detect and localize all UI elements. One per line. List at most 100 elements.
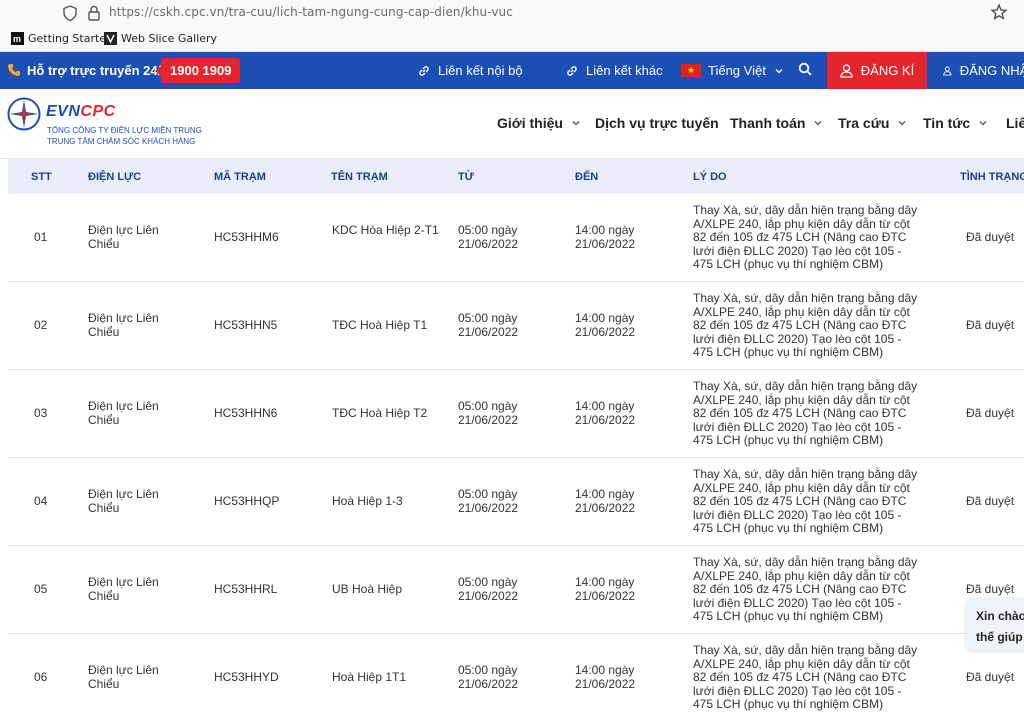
cell-ten-tram: KDC Hòa Hiệp 2-T1	[332, 223, 439, 237]
language-selector[interactable]: Tiếng Việt	[681, 63, 784, 78]
chevron-down-icon	[814, 121, 822, 126]
cell-stt: 02	[34, 318, 48, 332]
phone-icon	[8, 64, 20, 76]
register-button[interactable]: ĐĂNG KÍ	[827, 52, 927, 89]
cell-tinh-trang: Đã duyệt	[966, 582, 1015, 596]
cell-stt: 06	[34, 670, 48, 684]
vietnam-flag-icon	[681, 64, 701, 77]
logo-evn: EVN	[46, 103, 81, 120]
cell-stt: 03	[34, 406, 48, 420]
col-header-tu: TỪ	[458, 171, 474, 183]
chevron-down-icon	[898, 121, 906, 126]
bookmark-getting-started[interactable]: m Getting Started	[11, 32, 113, 45]
link-icon	[419, 65, 429, 76]
lock-icon[interactable]	[86, 4, 102, 22]
cell-ly-do: Thay Xà, sứ, dây dẫn hiện trạng bằng dây…	[693, 379, 918, 447]
nav-label: Dịch vụ trực tuyến	[595, 115, 719, 131]
table-row: 04 Điện lực Liên Chiểu HC53HHQP Hoà Hiệp…	[8, 458, 1024, 546]
cell-tinh-trang: Đã duyệt	[966, 670, 1015, 684]
bookmark-label: Web Slice Gallery	[121, 32, 218, 45]
shield-icon[interactable]	[62, 4, 78, 22]
cell-tu: 05:00 ngày 21/06/2022	[458, 399, 519, 427]
nav-label: Tra cứu	[838, 115, 890, 131]
chevron-down-icon	[775, 68, 783, 73]
mdn-icon: m	[11, 32, 24, 45]
evn-logo-icon[interactable]	[7, 97, 41, 131]
cell-ma-tram: HC53HHQP	[214, 494, 280, 508]
col-header-tinh-trang: TÌNH TRẠNG	[960, 171, 1024, 183]
cell-ten-tram: TĐC Hoà Hiệp T2	[332, 406, 428, 420]
cell-tu: 05:00 ngày 21/06/2022	[458, 487, 519, 515]
chat-popup[interactable]: Xin chào thế giúp c	[966, 598, 1024, 650]
cell-dien-luc: Điện lực Liên Chiểu	[88, 575, 159, 603]
cell-ma-tram: HC53HHN5	[214, 318, 278, 332]
cell-den: 14:00 ngày 21/06/2022	[575, 663, 636, 691]
hotline-number[interactable]: 1900 1909	[154, 58, 241, 83]
bookmark-label: Getting Started	[28, 32, 114, 45]
cell-tu: 05:00 ngày 21/06/2022	[458, 663, 519, 691]
cell-ma-tram: HC53HHM6	[214, 230, 279, 244]
cell-dien-luc: Điện lực Liên Chiểu	[88, 399, 159, 427]
cell-tu: 05:00 ngày 21/06/2022	[458, 311, 519, 339]
chevron-down-icon	[979, 121, 987, 126]
cell-stt: 05	[34, 582, 48, 596]
nav-tin-tuc[interactable]: Tin tức	[923, 115, 988, 131]
table-row: 05 Điện lực Liên Chiểu HC53HHRL UB Hoà H…	[8, 546, 1024, 634]
cell-tinh-trang: Đã duyệt	[966, 318, 1015, 332]
cell-den: 14:00 ngày 21/06/2022	[575, 311, 636, 339]
nav-label: Thanh toán	[730, 115, 806, 131]
nav-dich-vu-truc-tuyen[interactable]: Dịch vụ trực tuyến	[595, 115, 719, 131]
cell-den: 14:00 ngày 21/06/2022	[575, 487, 636, 515]
cell-den: 14:00 ngày 21/06/2022	[575, 223, 636, 251]
cell-tinh-trang: Đã duyệt	[966, 406, 1015, 420]
cell-tu: 05:00 ngày 21/06/2022	[458, 223, 519, 251]
register-label: ĐĂNG KÍ	[860, 63, 915, 78]
cell-ly-do: Thay Xà, sứ, dây dẫn hiện trạng bằng dây…	[693, 291, 918, 359]
col-header-dien-luc: ĐIỆN LỰC	[88, 171, 142, 183]
bookmarks-toolbar: m Getting Started Web Slice Gallery	[0, 28, 1024, 52]
url-text[interactable]: https://cskh.cpc.vn/tra-cuu/lich-tam-ngu…	[109, 5, 513, 19]
logo-cpc: CPC	[80, 103, 116, 120]
link-icon	[567, 65, 577, 76]
cell-ly-do: Thay Xà, sứ, dây dẫn hiện trạng bằng dây…	[693, 555, 918, 623]
cell-ten-tram: TĐC Hoà Hiệp T1	[332, 318, 428, 332]
nav-lien-he[interactable]: Liên	[1006, 115, 1024, 131]
nav-gioi-thieu[interactable]: Giới thiệu	[497, 115, 581, 131]
nav-thanh-toan[interactable]: Thanh toán	[730, 115, 823, 131]
cell-ten-tram: Hoà Hiệp 1-3	[332, 494, 403, 508]
table-row: 06 Điện lực Liên Chiểu HC53HHYD Hoà Hiệp…	[8, 634, 1024, 711]
search-icon[interactable]	[798, 62, 813, 77]
login-label: ĐĂNG NHẬP	[959, 63, 1024, 78]
cell-ly-do: Thay Xà, sứ, dây dẫn hiện trạng bằng dây…	[693, 643, 918, 711]
col-header-ly-do: LÝ DO	[693, 171, 727, 183]
table-row: 03 Điện lực Liên Chiểu HC53HHN6 TĐC Hoà …	[8, 370, 1024, 458]
web-slice-icon	[104, 32, 117, 45]
nav-label: Giới thiệu	[497, 115, 563, 131]
cell-tinh-trang: Đã duyệt	[966, 230, 1015, 244]
cell-tu: 05:00 ngày 21/06/2022	[458, 575, 519, 603]
cell-tinh-trang: Đã duyệt	[966, 494, 1015, 508]
login-button[interactable]: ĐĂNG NHẬP	[927, 52, 1024, 89]
col-header-den: ĐẾN	[575, 171, 599, 183]
svg-text:m: m	[13, 34, 21, 44]
chat-line-1: Xin chào	[976, 609, 1024, 623]
cell-ma-tram: HC53HHYD	[214, 670, 279, 684]
internal-link[interactable]: Liên kết nội bộ	[417, 63, 523, 78]
logo-subtitle-2: TRUNG TÂM CHĂM SÓC KHÁCH HÀNG	[47, 137, 196, 146]
cell-dien-luc: Điện lực Liên Chiểu	[88, 487, 159, 515]
internal-link-label: Liên kết nội bộ	[438, 63, 523, 78]
bookmark-star-icon[interactable]	[990, 3, 1008, 21]
browser-url-bar: https://cskh.cpc.vn/tra-cuu/lich-tam-ngu…	[0, 0, 1024, 28]
cell-stt: 01	[34, 230, 48, 244]
chevron-down-icon	[572, 121, 580, 126]
hotline-label: Hỗ trợ trực truyến 24/7:	[27, 63, 173, 78]
cell-ten-tram: UB Hoà Hiệp	[332, 582, 403, 596]
other-link[interactable]: Liên kết khác	[565, 63, 663, 78]
logo-subtitle-1: TỔNG CÔNG TY ĐIỆN LỰC MIỀN TRUNG	[47, 126, 202, 135]
user-icon	[943, 66, 952, 75]
nav-tra-cuu[interactable]: Tra cứu	[838, 115, 907, 131]
cell-dien-luc: Điện lực Liên Chiểu	[88, 311, 159, 339]
cell-ly-do: Thay Xà, sứ, dây dẫn hiện trạng bằng dây…	[693, 203, 918, 271]
logo-wordmark[interactable]: EVNCPC	[46, 103, 116, 121]
bookmark-web-slice-gallery[interactable]: Web Slice Gallery	[104, 32, 217, 45]
